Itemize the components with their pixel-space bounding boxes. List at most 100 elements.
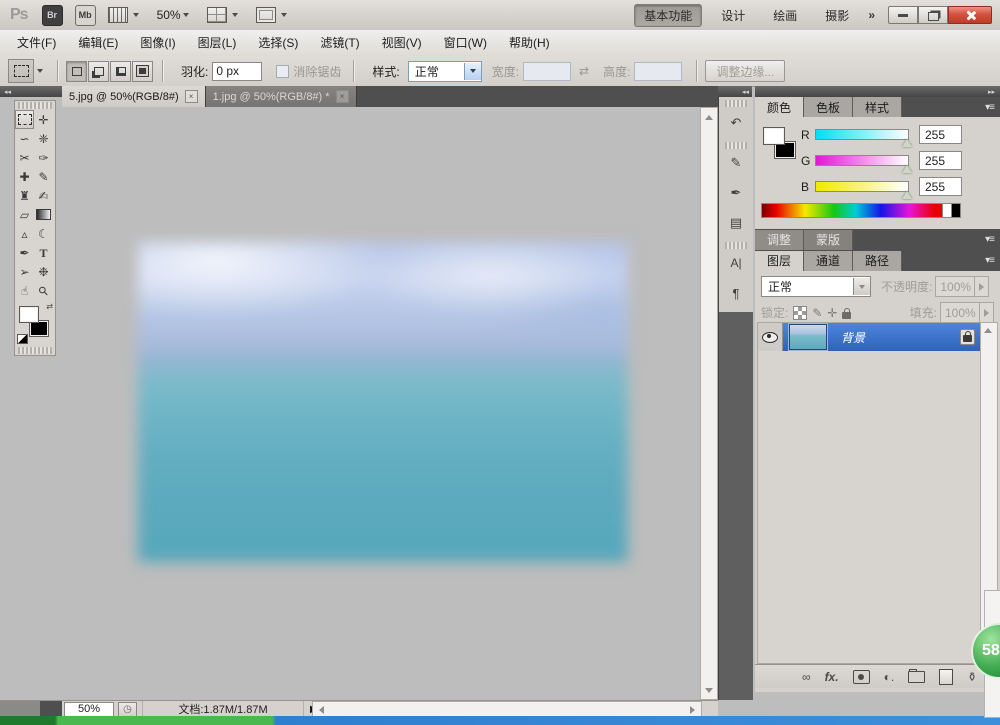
spectrum-white-swatch[interactable] bbox=[943, 203, 952, 218]
path-selection-tool[interactable]: ➢ bbox=[15, 262, 34, 281]
scroll-right-icon[interactable] bbox=[686, 702, 699, 717]
red-value-input[interactable]: 255 bbox=[919, 125, 962, 144]
swap-dimensions-icon[interactable]: ⇄ bbox=[579, 64, 589, 78]
blue-value-input[interactable]: 255 bbox=[919, 177, 962, 196]
view-extras-caret-icon[interactable] bbox=[133, 13, 139, 17]
height-input[interactable] bbox=[634, 62, 682, 81]
new-group-icon[interactable] bbox=[908, 671, 925, 683]
adjustments-panel-menu-icon[interactable]: ▾≡ bbox=[985, 234, 994, 245]
menu-layer[interactable]: 图层(L) bbox=[187, 31, 248, 56]
magic-wand-tool[interactable]: ❈ bbox=[34, 129, 53, 148]
clone-source-panel-icon[interactable]: ▤ bbox=[724, 211, 748, 235]
antialias-checkbox[interactable] bbox=[276, 65, 289, 78]
tab-paths[interactable]: 路径 bbox=[853, 251, 902, 271]
default-colors-icon[interactable] bbox=[17, 334, 28, 344]
layers-panel-menu-icon[interactable]: ▾≡ bbox=[985, 255, 994, 266]
history-brush-tool[interactable]: ✍ bbox=[34, 186, 53, 205]
workspace-painting-button[interactable]: 绘画 bbox=[764, 5, 806, 26]
tools-dock-header[interactable]: ◂◂ bbox=[0, 86, 66, 97]
panel-dock-header[interactable]: ◂◂ bbox=[718, 86, 752, 97]
canvas-area[interactable] bbox=[62, 107, 700, 700]
scroll-down-icon[interactable] bbox=[701, 683, 717, 697]
tool-presets-panel-icon[interactable]: ✒ bbox=[724, 181, 748, 205]
selection-new-button[interactable] bbox=[66, 61, 87, 82]
tab-adjustments[interactable]: 调整 bbox=[755, 230, 804, 250]
layer-name[interactable]: 背景 bbox=[841, 329, 960, 346]
new-layer-icon[interactable] bbox=[939, 669, 953, 685]
menu-help[interactable]: 帮助(H) bbox=[498, 31, 561, 56]
gradient-tool[interactable] bbox=[34, 205, 53, 224]
menu-window[interactable]: 窗口(W) bbox=[433, 31, 498, 56]
view-extras-icon[interactable] bbox=[108, 7, 128, 23]
paragraph-panel-icon[interactable]: ¶ bbox=[724, 281, 748, 305]
statusbar-zoom-input[interactable]: 50% bbox=[64, 702, 114, 717]
pen-tool[interactable]: ✒ bbox=[15, 243, 34, 262]
bridge-button[interactable]: Br bbox=[42, 5, 63, 26]
menu-file[interactable]: 文件(F) bbox=[6, 31, 67, 56]
document-tab-5jpg[interactable]: 5.jpg @ 50%(RGB/8#) × bbox=[62, 86, 206, 107]
blue-slider[interactable] bbox=[815, 181, 909, 192]
fill-control[interactable]: 100% bbox=[940, 302, 994, 323]
brush-tool[interactable]: ✎ bbox=[34, 167, 53, 186]
minimize-button[interactable] bbox=[888, 6, 918, 24]
rectangular-marquee-tool[interactable] bbox=[15, 110, 34, 129]
layer-visibility-eye-icon[interactable] bbox=[762, 332, 778, 343]
arrange-documents-caret-icon[interactable] bbox=[232, 13, 238, 17]
mini-bridge-button[interactable]: Mb bbox=[75, 5, 96, 26]
zoom-level-caret-icon[interactable] bbox=[183, 13, 189, 17]
document-tab-1jpg[interactable]: 1.jpg @ 50%(RGB/8#) * × bbox=[206, 86, 357, 107]
collapse-dock-icon[interactable]: ◂◂ bbox=[742, 88, 749, 96]
green-value-input[interactable]: 255 bbox=[919, 151, 962, 170]
red-slider[interactable] bbox=[815, 129, 909, 140]
color-spectrum-ramp[interactable] bbox=[761, 203, 943, 218]
fill-arrow-icon[interactable] bbox=[979, 303, 993, 322]
history-panel-icon[interactable]: ↶ bbox=[724, 111, 748, 135]
menu-edit[interactable]: 编辑(E) bbox=[67, 31, 129, 56]
right-dock-header[interactable]: ▸▸ bbox=[755, 86, 1000, 97]
panel-foreground-swatch[interactable] bbox=[763, 127, 785, 145]
blend-mode-select[interactable]: 正常 bbox=[761, 276, 871, 297]
move-tool[interactable]: ✛ bbox=[34, 110, 53, 129]
tab-styles[interactable]: 样式 bbox=[853, 97, 902, 117]
style-select-arrow-icon[interactable] bbox=[464, 63, 481, 80]
workspace-design-button[interactable]: 设计 bbox=[712, 5, 754, 26]
selection-add-button[interactable] bbox=[88, 61, 109, 82]
menu-select[interactable]: 选择(S) bbox=[247, 31, 309, 56]
tool-preset-caret-icon[interactable] bbox=[37, 69, 43, 73]
tab-masks[interactable]: 蒙版 bbox=[804, 230, 853, 250]
collapse-tools-icon[interactable]: ◂◂ bbox=[4, 88, 11, 96]
zoom-level-control[interactable]: 50% bbox=[157, 8, 181, 22]
feather-input[interactable]: 0 px bbox=[212, 62, 262, 81]
selection-subtract-button[interactable] bbox=[110, 61, 131, 82]
swap-colors-icon[interactable]: ⇄ bbox=[46, 302, 53, 311]
link-layers-icon[interactable]: ∞ bbox=[802, 670, 811, 684]
blur-tool[interactable]: ▵ bbox=[15, 224, 34, 243]
lasso-tool[interactable]: ∽ bbox=[15, 129, 34, 148]
tool-preset-picker[interactable] bbox=[8, 59, 34, 83]
dodge-tool[interactable]: ☾ bbox=[34, 224, 53, 243]
red-slider-handle[interactable] bbox=[902, 139, 912, 147]
more-workspaces-chevron[interactable]: » bbox=[868, 8, 874, 22]
color-panel-menu-icon[interactable]: ▾≡ bbox=[985, 102, 994, 113]
spectrum-black-swatch[interactable] bbox=[952, 203, 961, 218]
layer-style-fx-icon[interactable]: fx. bbox=[825, 670, 839, 684]
workspace-photography-button[interactable]: 摄影 bbox=[816, 5, 858, 26]
eraser-tool[interactable]: ▱ bbox=[15, 205, 34, 224]
menu-view[interactable]: 视图(V) bbox=[371, 31, 433, 56]
green-slider[interactable] bbox=[815, 155, 909, 166]
layer-row-background[interactable]: 背景 bbox=[758, 323, 981, 351]
blue-slider-handle[interactable] bbox=[902, 191, 912, 199]
lock-all-icon[interactable] bbox=[842, 312, 851, 319]
delete-layer-icon[interactable]: ⚱ bbox=[967, 670, 977, 684]
type-tool[interactable]: T bbox=[34, 243, 53, 262]
lock-transparent-pixels-icon[interactable] bbox=[793, 306, 807, 320]
screen-mode-caret-icon[interactable] bbox=[281, 13, 287, 17]
tab-channels[interactable]: 通道 bbox=[804, 251, 853, 271]
refine-edge-button[interactable]: 调整边缘... bbox=[705, 60, 785, 82]
eyedropper-tool[interactable]: ✑ bbox=[34, 148, 53, 167]
lock-position-icon[interactable]: ✛ bbox=[827, 306, 837, 320]
layer-thumbnail[interactable] bbox=[789, 324, 827, 350]
opacity-control[interactable]: 100% bbox=[935, 276, 989, 297]
screen-mode-icon[interactable] bbox=[256, 7, 276, 23]
workspace-essentials-button[interactable]: 基本功能 bbox=[634, 4, 702, 27]
